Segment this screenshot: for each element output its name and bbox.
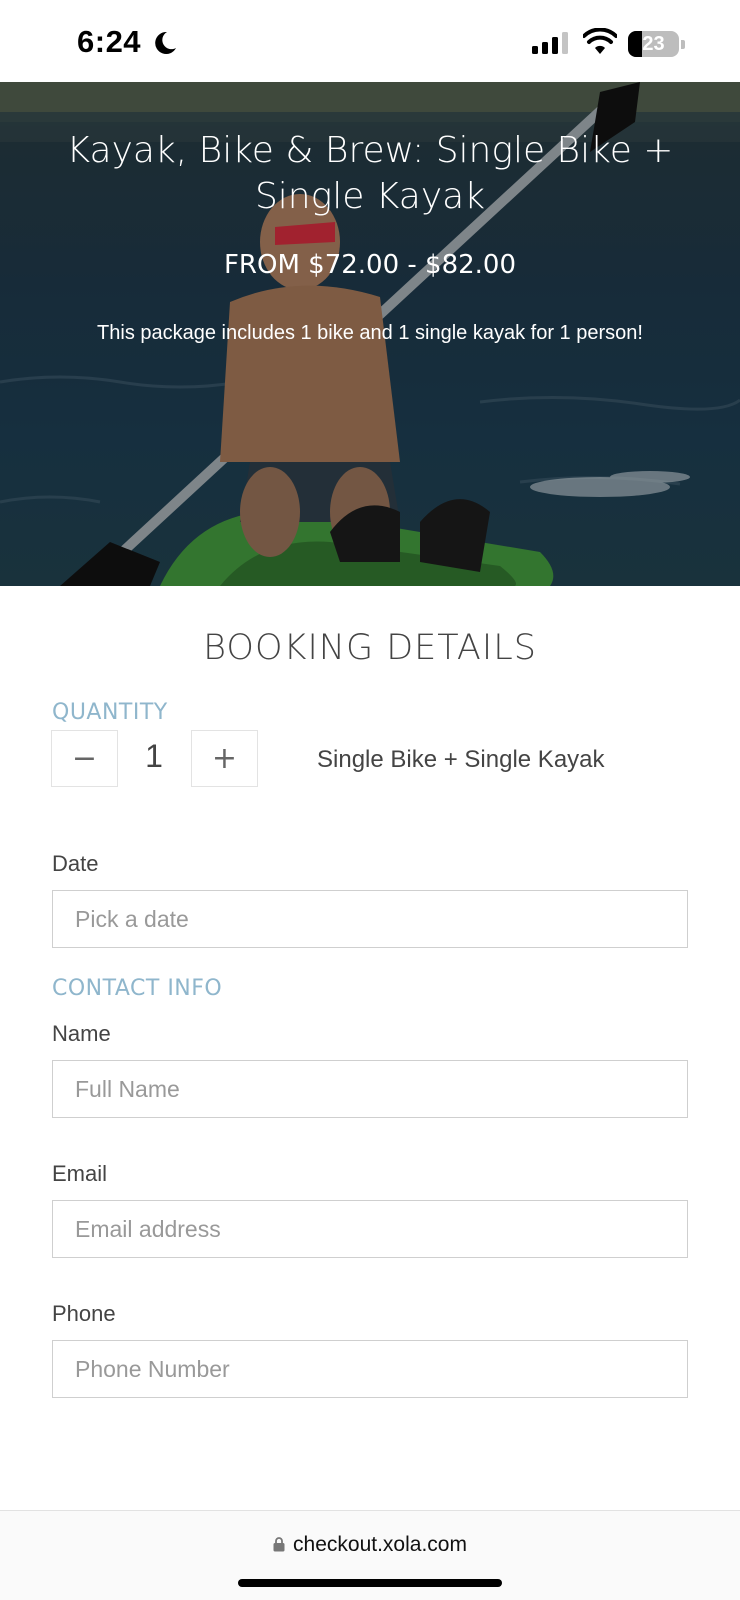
address-bar[interactable]: checkout.xola.com (0, 1533, 740, 1557)
lock-icon (273, 1537, 285, 1552)
decrease-quantity-button[interactable]: − (51, 730, 118, 787)
date-picker-input[interactable] (52, 890, 688, 948)
booking-details-heading: BOOKING DETAILS (203, 628, 537, 668)
quantity-item-name: Single Bike + Single Kayak (317, 746, 605, 773)
phone-input[interactable] (52, 1340, 688, 1398)
price-range: FROM $72.00 - $82.00 (223, 250, 517, 280)
hero-banner: Kayak, Bike & Brew: Single Bike + Single… (0, 82, 740, 586)
quantity-value: 1 (145, 738, 163, 774)
quantity-label: QUANTITY (52, 700, 168, 725)
battery-icon: 23 (628, 31, 685, 57)
status-time: 6:24 (77, 24, 142, 59)
name-label: Name (52, 1021, 111, 1046)
increase-quantity-button[interactable]: + (191, 730, 258, 787)
product-description: This package includes 1 bike and 1 singl… (97, 322, 643, 344)
browser-bottom-bar: checkout.xola.com (0, 1510, 740, 1600)
date-label: Date (52, 851, 99, 876)
full-name-input[interactable] (52, 1060, 688, 1118)
moon-icon (155, 31, 176, 54)
wifi-icon (583, 28, 617, 54)
battery-level: 23 (642, 33, 665, 55)
email-label: Email (52, 1161, 108, 1186)
product-title: Kayak, Bike & Brew: Single Bike + Single… (66, 130, 674, 217)
contact-info-label: CONTACT INFO (52, 976, 223, 1001)
status-bar: 6:24 23 (0, 0, 740, 82)
url-text: checkout.xola.com (293, 1533, 467, 1556)
phone-label: Phone (52, 1301, 116, 1326)
home-indicator[interactable] (238, 1579, 502, 1587)
signal-icon (532, 32, 568, 54)
email-input[interactable] (52, 1200, 688, 1258)
